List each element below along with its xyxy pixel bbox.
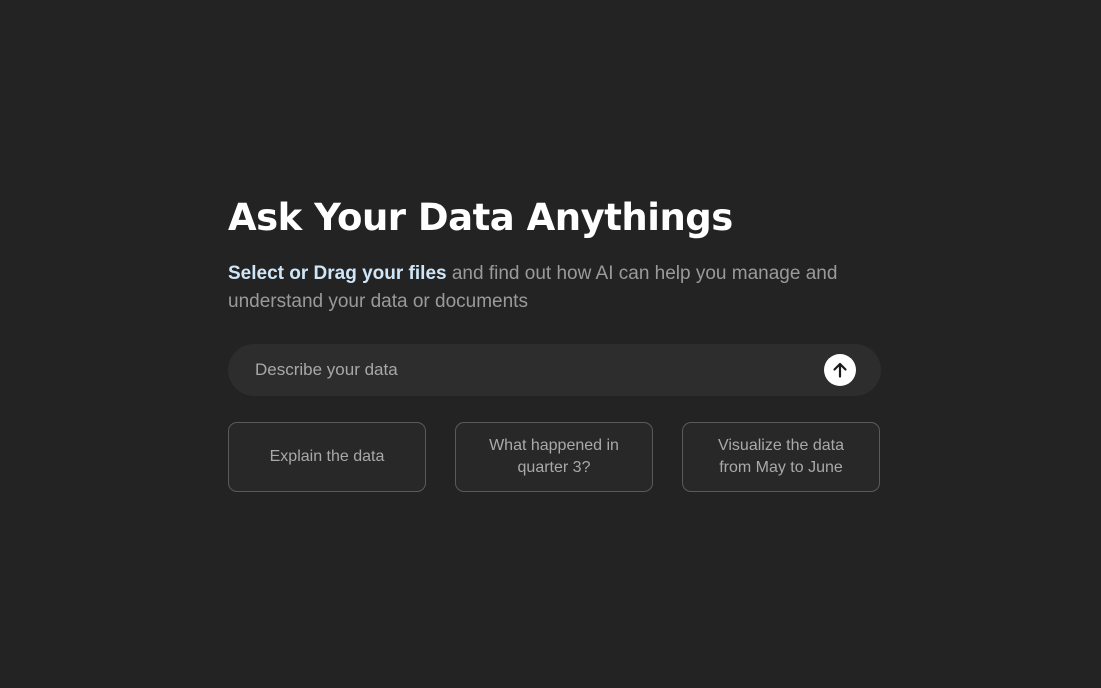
- describe-data-input[interactable]: [253, 344, 817, 396]
- arrow-up-icon: [833, 362, 847, 378]
- select-files-link[interactable]: Select or Drag your files: [228, 263, 447, 284]
- hero-section: Ask Your Data Anythings Select or Drag y…: [228, 192, 881, 492]
- suggestion-explain-data[interactable]: Explain the data: [228, 422, 426, 492]
- suggestion-visualize-may-june[interactable]: Visualize the data from May to June: [682, 422, 880, 492]
- page: Ask Your Data Anythings Select or Drag y…: [0, 0, 1101, 688]
- send-button[interactable]: [824, 354, 856, 386]
- search-bar: [228, 344, 881, 396]
- page-title: Ask Your Data Anythings: [228, 196, 733, 239]
- suggestion-quarter-3[interactable]: What happened in quarter 3?: [455, 422, 653, 492]
- page-subtitle: Select or Drag your files and find out h…: [228, 260, 848, 316]
- suggestion-list: Explain the data What happened in quarte…: [228, 422, 881, 494]
